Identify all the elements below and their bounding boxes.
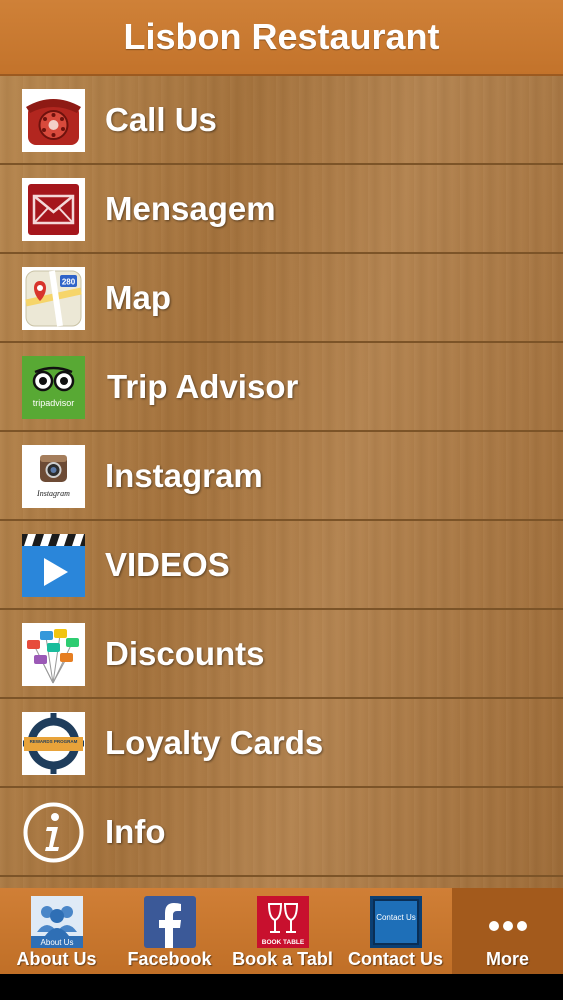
menu-list: Call Us Mensagem 280 Map tripadvisor Tri… <box>0 76 563 888</box>
info-icon <box>22 801 85 864</box>
menu-item-label: Map <box>105 279 171 316</box>
menu-item-label: Trip Advisor <box>107 368 299 405</box>
svg-text:BOOK TABLE: BOOK TABLE <box>261 939 304 946</box>
tab-label: More <box>485 949 529 969</box>
tab-book-a-table[interactable]: BOOK TABLE Book a Tabl <box>226 888 339 974</box>
discount-tags-icon <box>22 623 85 686</box>
menu-item-label: VIDEOS <box>105 546 230 583</box>
menu-item-label: Discounts <box>105 635 265 672</box>
facebook-icon <box>143 896 196 948</box>
tab-about-us[interactable]: About Us About Us <box>0 888 113 974</box>
bottom-strip <box>0 974 563 1000</box>
tab-facebook[interactable]: Facebook <box>113 888 226 974</box>
svg-text:Contact Us: Contact Us <box>376 913 416 922</box>
menu-item-trip-advisor[interactable]: tripadvisor Trip Advisor <box>0 343 563 432</box>
envelope-icon <box>22 178 85 241</box>
tab-label: About Us <box>16 949 97 969</box>
svg-text:About Us: About Us <box>40 938 73 947</box>
menu-item-mensagem[interactable]: Mensagem <box>0 165 563 254</box>
menu-item-instagram[interactable]: Instagram Instagram <box>0 432 563 521</box>
svg-text:REWARDS PROGRAM: REWARDS PROGRAM <box>30 739 78 744</box>
tripadvisor-icon: tripadvisor <box>22 356 85 419</box>
svg-text:280: 280 <box>62 278 76 287</box>
menu-item-label: Info <box>105 813 166 850</box>
instagram-icon: Instagram <box>22 445 85 508</box>
menu-item-info[interactable]: Info <box>0 788 563 877</box>
page-title: Lisbon Restaurant <box>123 16 440 57</box>
more-dots-icon <box>482 896 534 948</box>
contact-us-icon: Contact Us <box>369 896 422 948</box>
book-table-icon: BOOK TABLE <box>256 896 309 948</box>
menu-item-map[interactable]: 280 Map <box>0 254 563 343</box>
tab-more[interactable]: More <box>452 888 563 974</box>
menu-item-label: Call Us <box>105 101 217 138</box>
map-icon: 280 <box>22 267 85 330</box>
rewards-badge-icon: REWARDS PROGRAM <box>22 712 85 775</box>
menu-item-videos[interactable]: VIDEOS <box>0 521 563 610</box>
bottom-tab-bar: About Us About Us Facebook BOOK TABLE Bo… <box>0 888 563 974</box>
video-play-icon <box>22 534 85 597</box>
app-header: Lisbon Restaurant <box>0 0 563 76</box>
telephone-icon <box>22 89 85 152</box>
menu-item-loyalty-cards[interactable]: REWARDS PROGRAM Loyalty Cards <box>0 699 563 788</box>
menu-item-label: Instagram <box>105 457 263 494</box>
menu-item-label: Mensagem <box>105 190 276 227</box>
svg-text:Instagram: Instagram <box>36 489 70 498</box>
svg-text:tripadvisor: tripadvisor <box>33 398 75 408</box>
tab-contact-us[interactable]: Contact Us Contact Us <box>339 888 452 974</box>
menu-item-call-us[interactable]: Call Us <box>0 76 563 165</box>
tab-label: Facebook <box>127 949 212 969</box>
menu-item-discounts[interactable]: Discounts <box>0 610 563 699</box>
menu-item-label: Loyalty Cards <box>105 724 324 761</box>
tab-label: Book a Tabl <box>232 949 333 969</box>
tab-label: Contact Us <box>347 949 443 969</box>
about-us-icon: About Us <box>30 896 83 948</box>
